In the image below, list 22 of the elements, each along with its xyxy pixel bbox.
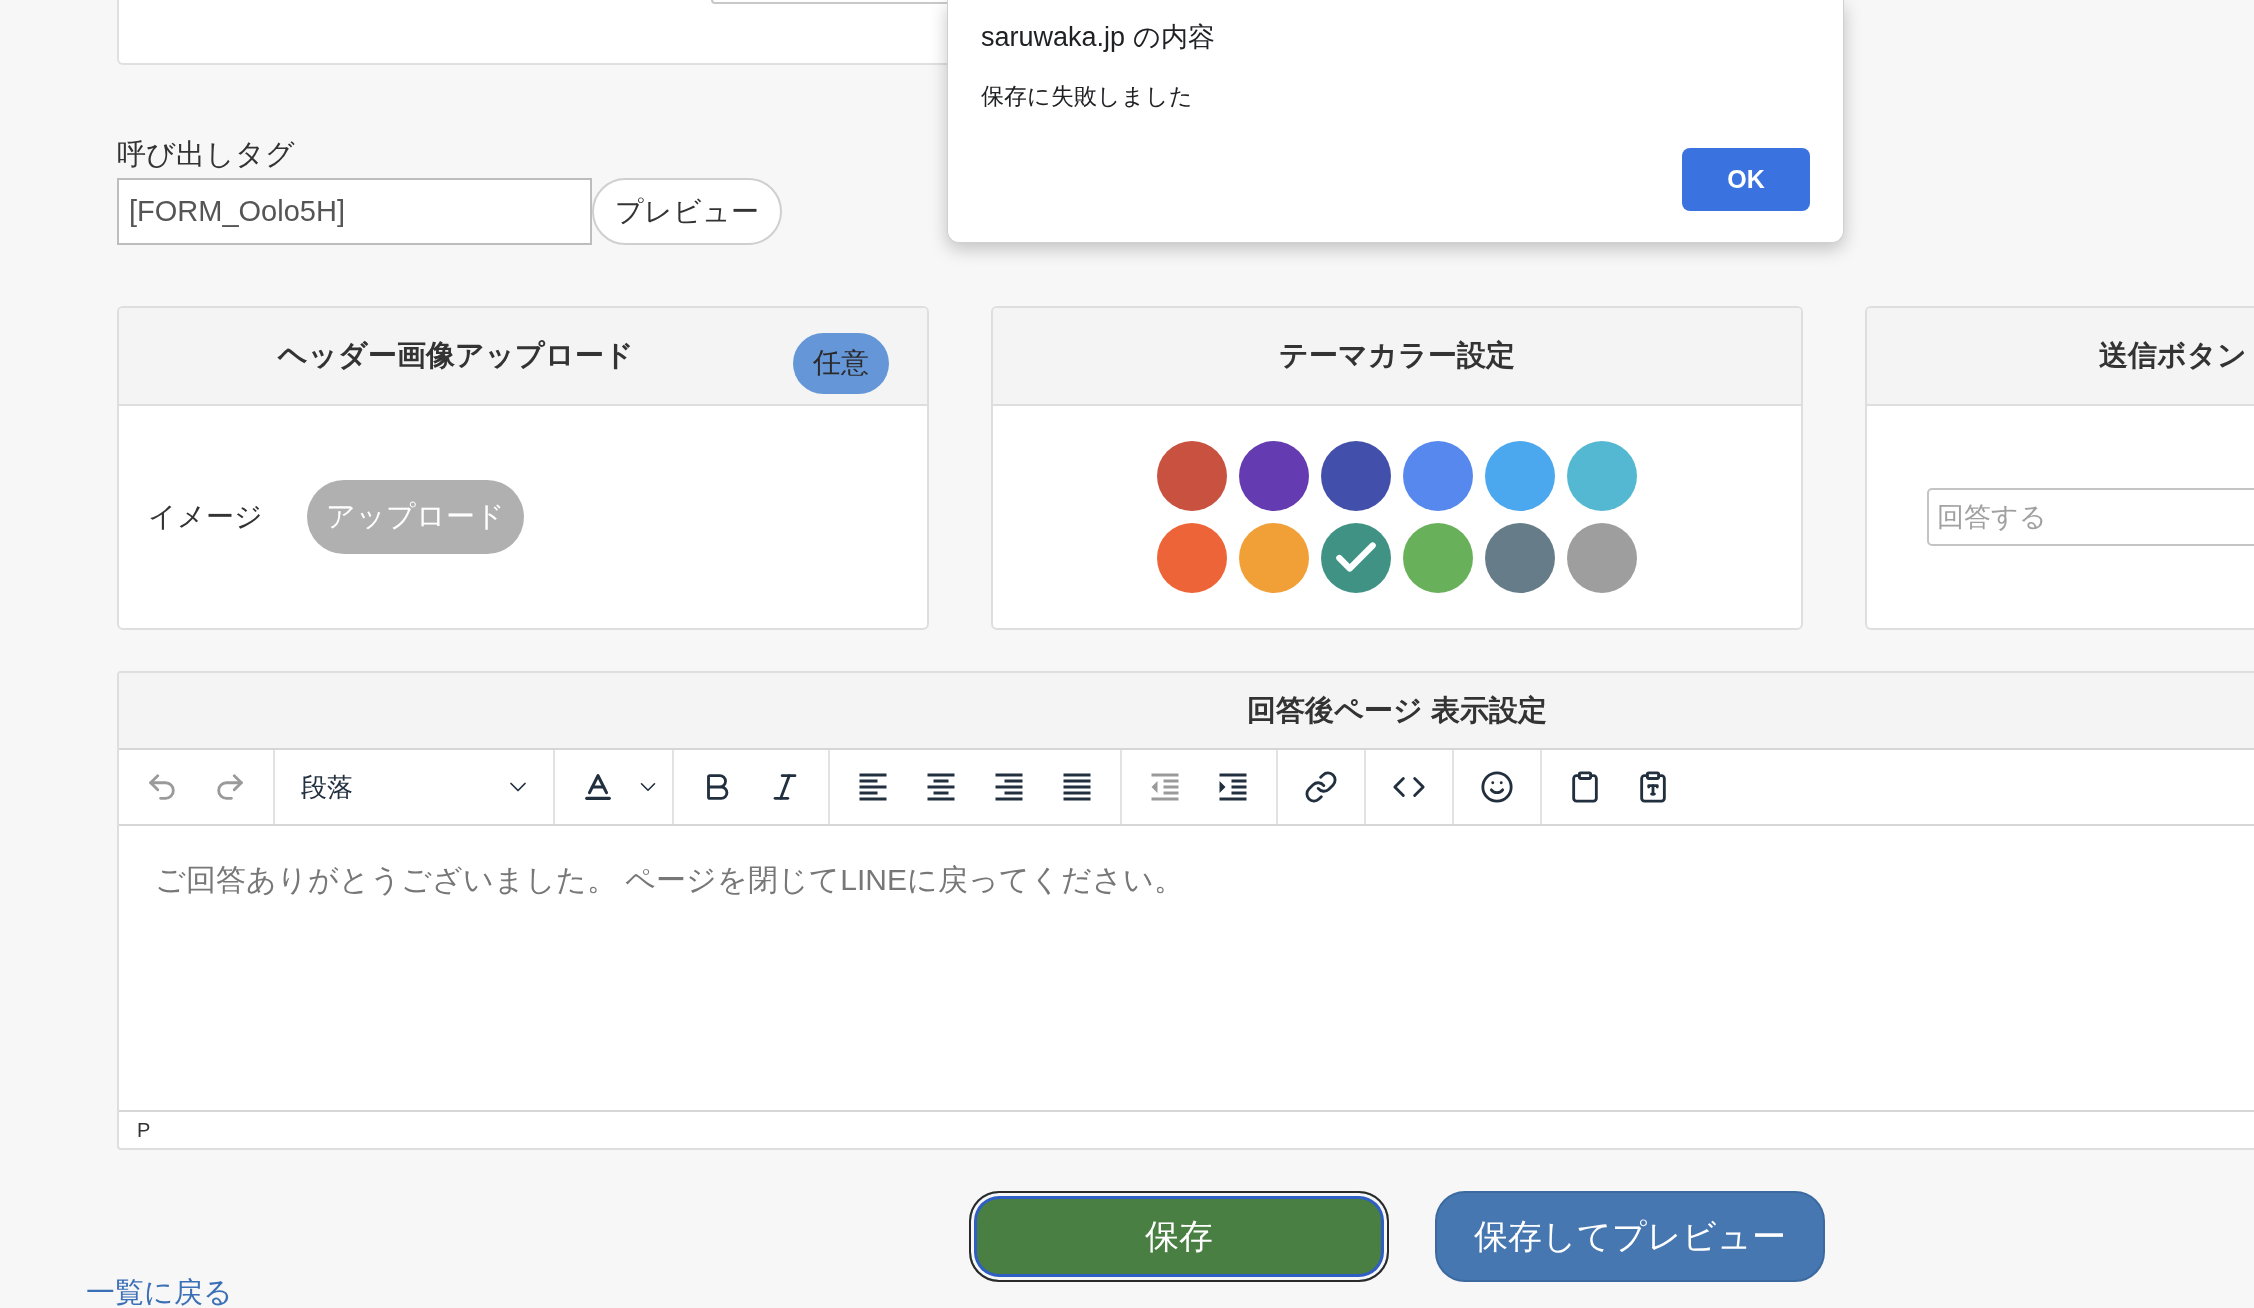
editor-paragraph: ご回答ありがとうございました。 ページを閉じてLINEに戻ってください。 — [155, 862, 1185, 898]
back-link[interactable]: 一覧に戻る — [86, 1274, 233, 1308]
button-label-field[interactable]: 回答する — [1927, 488, 2254, 546]
dialog-message: 保存に失敗しました — [981, 82, 1193, 111]
link-icon — [1304, 770, 1338, 804]
field-label: イメージ — [148, 500, 263, 534]
dialog-title: saruwaka.jp の内容 — [981, 21, 1215, 54]
smiley-icon — [1480, 770, 1514, 804]
editor-title: 回答後ページ 表示設定 — [1246, 692, 1548, 728]
tag-input-field[interactable]: [FORM_Oolo5H] — [117, 178, 592, 245]
save-button[interactable]: 保存 — [969, 1191, 1389, 1282]
field-label: 呼び出しタグ — [117, 137, 295, 172]
block-format-select[interactable]: 段落 — [284, 757, 544, 817]
card-title: テーマカラー設定 — [1279, 338, 1515, 374]
optional-badge: 任意 — [793, 332, 889, 394]
card-title: ヘッダー画像アップロード — [278, 338, 634, 374]
ok-button[interactable]: OK — [1682, 148, 1810, 211]
element-path: P — [137, 1118, 151, 1143]
card-title: 送信ボタン — [2099, 338, 2247, 374]
save-preview-button[interactable]: 保存してプレビュー — [1435, 1191, 1825, 1282]
editor-body[interactable]: ご回答ありがとうございました。 ページを閉じてLINEに戻ってください。 — [119, 826, 2254, 1110]
preview-button[interactable]: プレビュー — [592, 178, 782, 245]
